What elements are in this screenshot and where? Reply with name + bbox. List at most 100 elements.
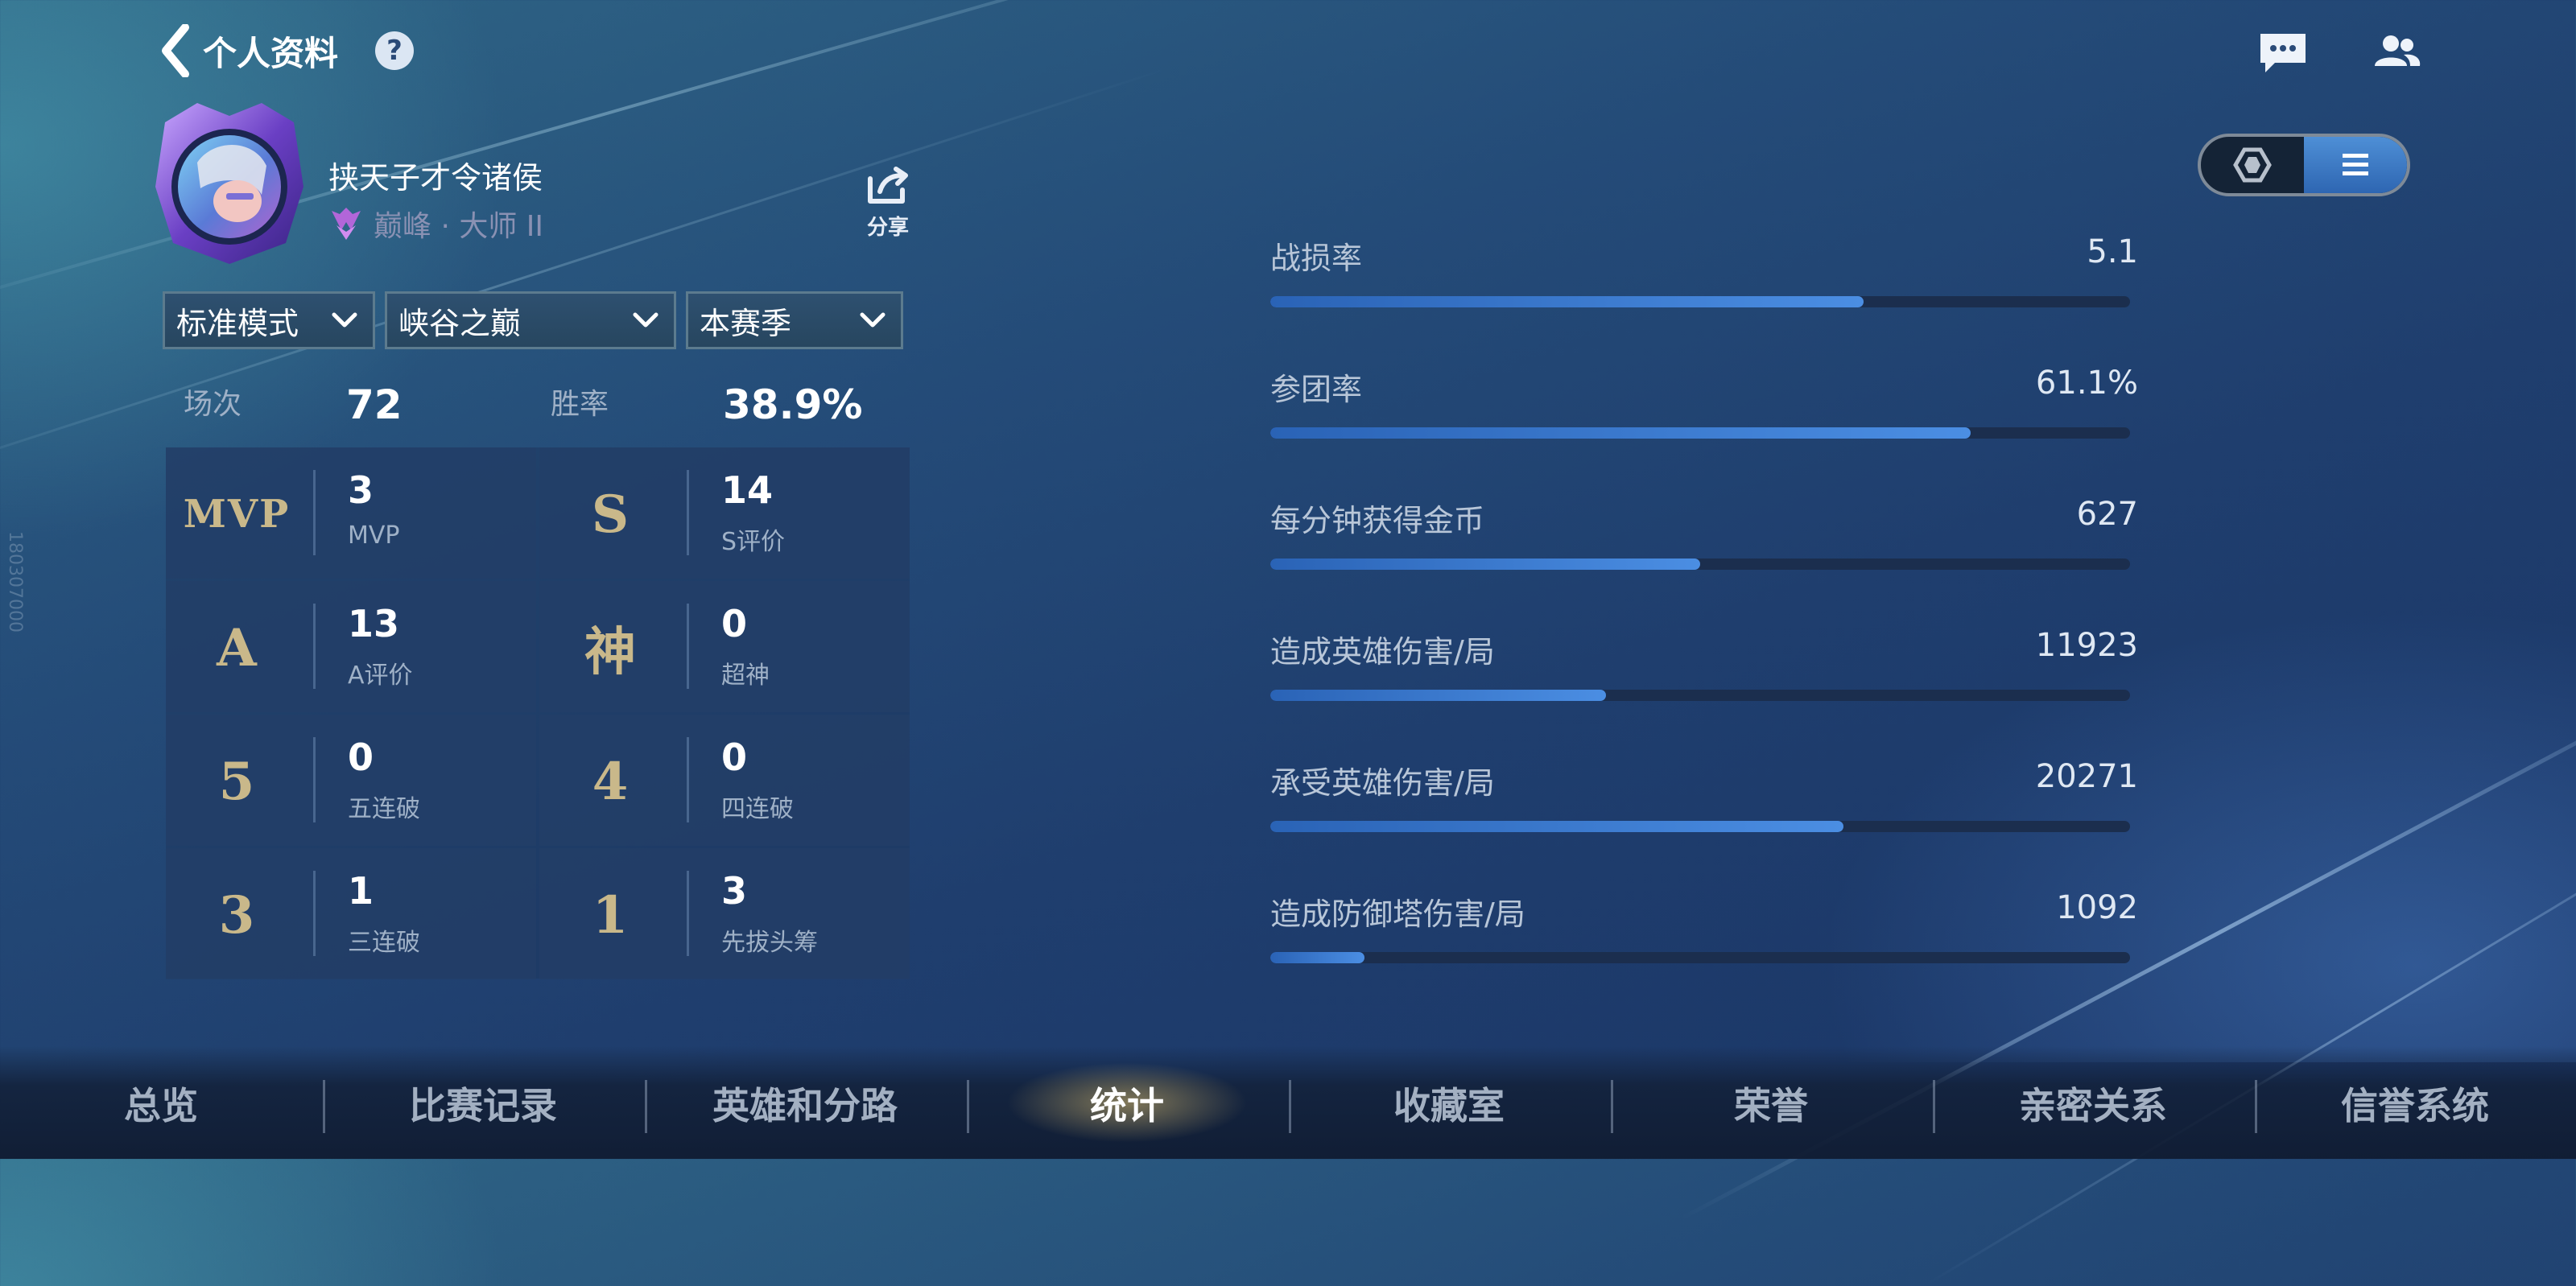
first-blood-badge-icon: 1 bbox=[592, 884, 629, 946]
share-icon bbox=[868, 167, 908, 204]
achievement-value: 14 bbox=[721, 468, 774, 512]
stat-bar bbox=[1270, 821, 2130, 832]
achievement-label: 三连破 bbox=[348, 929, 420, 957]
achievement-quadra-kill: 4 0 四连破 bbox=[539, 715, 910, 846]
stat-label: 战损率 bbox=[1270, 241, 1363, 276]
tab-credit-system[interactable]: 信誉系统 bbox=[2254, 1077, 2576, 1130]
achievement-triple-kill: 3 1 三连破 bbox=[166, 848, 536, 979]
achievement-a-rating: A 13 A评价 bbox=[166, 581, 536, 712]
rank-row: 巅峰 · 大师 II bbox=[328, 203, 543, 245]
achievement-grid: MVP 3 MVP S 14 S评价 A 13 A评价 神 0 超神 5 0 五… bbox=[166, 447, 910, 979]
hexagon-icon bbox=[2233, 147, 2272, 183]
season-dropdown[interactable]: 本赛季 bbox=[686, 291, 903, 349]
back-button[interactable] bbox=[161, 24, 190, 77]
stat-row: 参团率 61.1% bbox=[1270, 365, 2138, 496]
achievement-value: 3 bbox=[348, 468, 374, 512]
page-title: 个人资料 bbox=[203, 33, 339, 73]
achievement-godlike: 神 0 超神 bbox=[539, 581, 910, 712]
share-label: 分享 bbox=[866, 216, 909, 240]
achievement-value: 0 bbox=[348, 736, 374, 779]
penta-badge-icon: 5 bbox=[218, 751, 255, 812]
chevron-down-icon bbox=[332, 312, 357, 328]
achievement-mvp: MVP 3 MVP bbox=[166, 447, 536, 579]
season-dropdown-value: 本赛季 bbox=[700, 305, 792, 341]
achievement-label: S评价 bbox=[721, 528, 786, 556]
achievement-value: 3 bbox=[721, 869, 748, 913]
stat-bar-fill bbox=[1270, 821, 1844, 832]
stat-bar-fill bbox=[1270, 296, 1864, 307]
stat-value: 627 bbox=[2076, 496, 2138, 533]
stat-bar-fill bbox=[1270, 427, 1971, 439]
achievement-value: 1 bbox=[348, 869, 374, 913]
triple-badge-icon: 3 bbox=[218, 884, 255, 946]
tab-collection[interactable]: 收藏室 bbox=[1288, 1077, 1610, 1130]
tab-relationships[interactable]: 亲密关系 bbox=[1932, 1077, 2254, 1130]
map-dropdown[interactable]: 峡谷之巅 bbox=[385, 291, 676, 349]
a-badge-icon: A bbox=[217, 617, 257, 678]
stat-row: 造成英雄伤害/局 11923 bbox=[1270, 627, 2138, 758]
stat-bar bbox=[1270, 559, 2130, 570]
tab-match-history[interactable]: 比赛记录 bbox=[322, 1077, 644, 1130]
tab-statistics[interactable]: 统计 bbox=[966, 1077, 1288, 1130]
list-view-button[interactable] bbox=[2304, 137, 2407, 193]
mvp-badge-icon: MVP bbox=[183, 492, 291, 537]
player-avatar[interactable] bbox=[149, 98, 310, 267]
header: 个人资料 ? bbox=[161, 24, 415, 77]
stat-value: 11923 bbox=[2035, 627, 2138, 664]
stat-bar-fill bbox=[1270, 690, 1606, 701]
rank-text: 巅峰 · 大师 II bbox=[374, 210, 544, 243]
view-toggle bbox=[2198, 134, 2410, 196]
tab-overview[interactable]: 总览 bbox=[0, 1077, 322, 1130]
achievement-value: 0 bbox=[721, 736, 748, 779]
achievement-value: 0 bbox=[721, 602, 748, 645]
map-dropdown-value: 峡谷之巅 bbox=[398, 305, 522, 341]
radar-view-button[interactable] bbox=[2201, 137, 2304, 193]
side-id-text: 180307000 bbox=[5, 531, 25, 633]
stats-list: 战损率 5.1 参团率 61.1% 每分钟获得金币 627 造成英雄伤害/局 1… bbox=[1270, 233, 2138, 1020]
quadra-badge-icon: 4 bbox=[592, 751, 629, 812]
chevron-down-icon bbox=[633, 312, 658, 328]
matches-label: 场次 bbox=[184, 388, 242, 421]
stat-row: 承受英雄伤害/局 20271 bbox=[1270, 758, 2138, 889]
mode-dropdown-value: 标准模式 bbox=[176, 305, 299, 341]
stat-value: 61.1% bbox=[2035, 365, 2138, 402]
achievement-label: 五连破 bbox=[348, 795, 420, 823]
share-button[interactable]: 分享 bbox=[861, 166, 914, 241]
achievement-label: 先拔头筹 bbox=[721, 929, 818, 957]
winrate-value: 38.9% bbox=[723, 381, 863, 428]
stat-row: 每分钟获得金币 627 bbox=[1270, 496, 2138, 627]
filter-bar: 标准模式 峡谷之巅 本赛季 bbox=[163, 291, 903, 349]
achievement-first-blood: 1 3 先拔头筹 bbox=[539, 848, 910, 979]
matches-value: 72 bbox=[346, 381, 402, 428]
chevron-down-icon bbox=[860, 312, 886, 328]
chat-icon[interactable] bbox=[2257, 31, 2309, 76]
winrate-label: 胜率 bbox=[551, 388, 609, 421]
summary-row: 场次 72 胜率 38.9% bbox=[166, 378, 910, 443]
s-badge-icon: S bbox=[591, 484, 630, 545]
godlike-badge-icon: 神 bbox=[584, 622, 636, 682]
stat-bar bbox=[1270, 427, 2130, 439]
stat-value: 5.1 bbox=[2087, 233, 2138, 270]
tab-heroes-lanes[interactable]: 英雄和分路 bbox=[644, 1077, 966, 1130]
stat-bar bbox=[1270, 952, 2130, 963]
list-icon bbox=[2343, 154, 2368, 175]
achievement-label: MVP bbox=[348, 521, 400, 550]
mode-dropdown[interactable]: 标准模式 bbox=[163, 291, 375, 349]
achievement-label: 超神 bbox=[721, 662, 770, 690]
stat-label: 承受英雄伤害/局 bbox=[1270, 765, 1495, 801]
friends-icon[interactable] bbox=[2372, 31, 2423, 76]
stat-label: 造成英雄伤害/局 bbox=[1270, 634, 1495, 670]
stat-label: 参团率 bbox=[1270, 372, 1363, 407]
chevron-left-icon bbox=[162, 24, 189, 77]
help-icon[interactable]: ? bbox=[375, 31, 415, 70]
tab-honors[interactable]: 荣誉 bbox=[1610, 1077, 1932, 1130]
stat-bar bbox=[1270, 690, 2130, 701]
stat-value: 20271 bbox=[2035, 758, 2138, 795]
stat-value: 1092 bbox=[2056, 889, 2138, 926]
stat-row: 造成防御塔伤害/局 1092 bbox=[1270, 889, 2138, 1020]
achievement-value: 13 bbox=[348, 602, 400, 645]
stat-bar-fill bbox=[1270, 559, 1700, 570]
achievement-label: A评价 bbox=[348, 662, 413, 690]
stat-row: 战损率 5.1 bbox=[1270, 233, 2138, 365]
achievement-penta-kill: 5 0 五连破 bbox=[166, 715, 536, 846]
